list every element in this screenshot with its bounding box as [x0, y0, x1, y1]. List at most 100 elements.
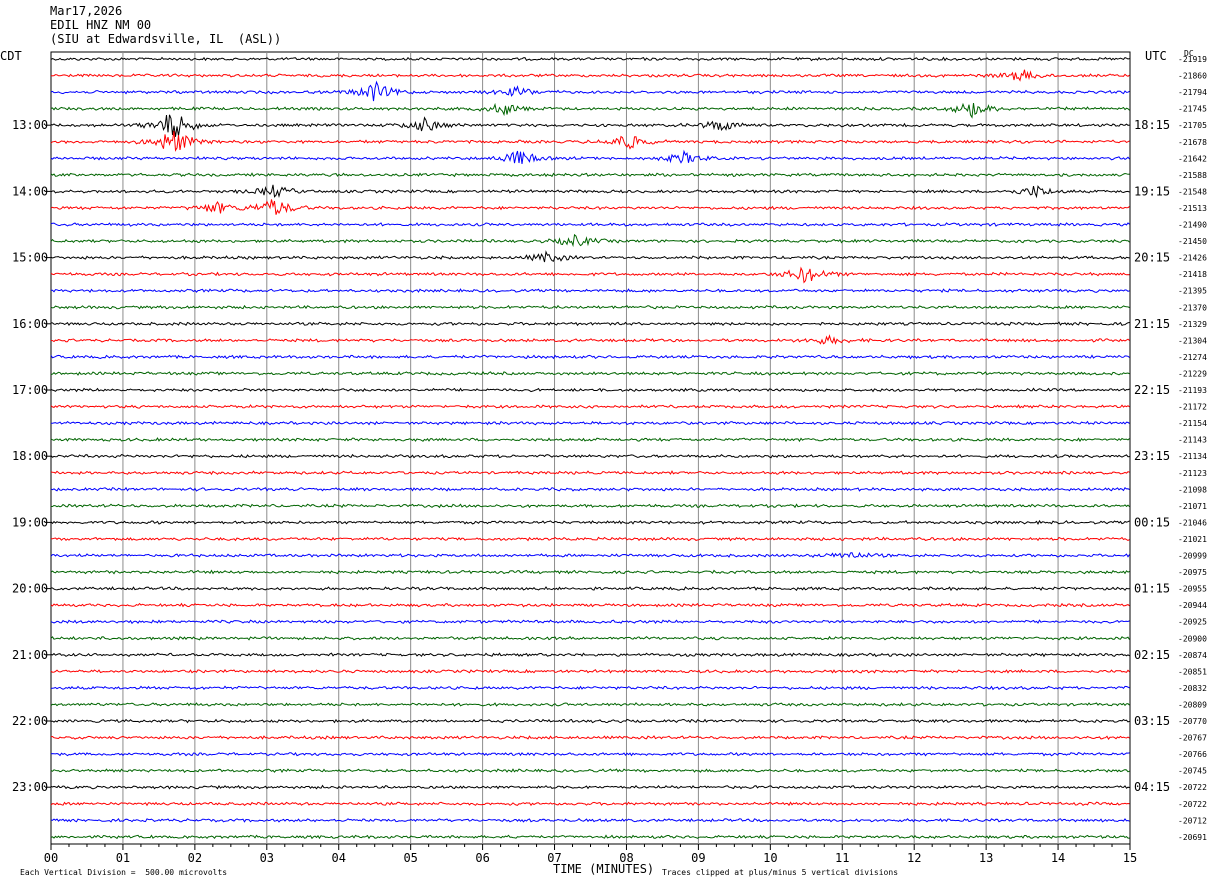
trace-39 [50, 685, 1130, 691]
x-tick-label: 02 [188, 851, 202, 865]
trace-6 [50, 130, 1130, 152]
trace-24 [50, 437, 1130, 443]
x-tick-label: 10 [763, 851, 777, 865]
right-time-label: 02:15 [1134, 648, 1170, 662]
right-time-label: 19:15 [1134, 184, 1170, 198]
dc-offset-label: -20770 [1178, 717, 1207, 726]
left-time-label: 14:00 [12, 184, 48, 198]
dc-offset-label: -20874 [1178, 651, 1207, 660]
helicorder-plot: 00 01 02 03 04 05 06 07 08 09 10 11 12 13 14 15-21919-2… [12, 51, 1207, 865]
trace-38 [50, 668, 1130, 674]
dc-offset-label: -21193 [1178, 386, 1207, 395]
trace-33 [50, 586, 1130, 592]
trace-12 [50, 233, 1130, 248]
dc-offset-label: -21426 [1178, 254, 1207, 263]
left-time-label: 19:00 [12, 515, 48, 529]
dc-offset-label: -21134 [1178, 452, 1207, 461]
dc-offset-label: -21304 [1178, 336, 1207, 345]
trace-10 [50, 199, 1130, 215]
trace-37 [50, 652, 1130, 658]
trace-26 [50, 470, 1130, 476]
x-tick-label: 12 [907, 851, 921, 865]
trace-17 [51, 321, 1130, 327]
trace-30 [51, 536, 1130, 542]
scale-note: Each Vertical Division = 500.00 microvol… [20, 868, 228, 877]
dc-offset-label: -21745 [1178, 105, 1207, 114]
dc-offset-label: -21588 [1178, 171, 1207, 180]
dc-offset-label: -21450 [1178, 237, 1207, 246]
trace-5 [50, 114, 1130, 137]
dc-offset-label: -21046 [1178, 518, 1207, 527]
x-tick-label: 01 [116, 851, 130, 865]
dc-offset-label: -21490 [1178, 221, 1207, 230]
trace-43 [50, 751, 1130, 757]
dc-offset-label: -21123 [1178, 469, 1207, 478]
clip-note: Traces clipped at plus/minus 5 vertical … [662, 868, 899, 877]
trace-2 [50, 69, 1130, 82]
dc-offset-label: -21794 [1178, 88, 1207, 97]
dc-offset-label: -20766 [1178, 750, 1207, 759]
plot-frame [50, 51, 1131, 845]
left-time-label: 17:00 [12, 383, 48, 397]
trace-46 [50, 801, 1130, 807]
left-time-label: 22:00 [12, 714, 48, 728]
dc-offset-label: -20809 [1178, 700, 1207, 709]
dc-offset-label: -20900 [1178, 634, 1207, 643]
dc-offset-label: -21860 [1178, 72, 1207, 81]
dc-offset-label: -20712 [1178, 816, 1207, 825]
trace-42 [50, 735, 1130, 740]
dc-offset-label: -20999 [1178, 552, 1207, 561]
right-time-label: 22:15 [1134, 383, 1170, 397]
trace-13 [50, 250, 1130, 263]
trace-14 [50, 266, 1130, 284]
dc-offset-label: -20722 [1178, 783, 1207, 792]
left-time-label: 16:00 [12, 317, 48, 331]
dc-offset-label: -20745 [1178, 767, 1207, 776]
trace-47 [50, 817, 1130, 823]
trace-7 [50, 149, 1130, 164]
dc-offset-label: -20722 [1178, 800, 1207, 809]
trace-48 [50, 834, 1130, 840]
trace-45 [50, 784, 1130, 790]
x-tick-label: 11 [835, 851, 849, 865]
dc-offset-label: -21143 [1178, 436, 1207, 445]
left-time-label: 23:00 [12, 780, 48, 794]
left-time-label: 15:00 [12, 251, 48, 265]
trace-32 [50, 569, 1130, 575]
x-tick-label: 13 [979, 851, 993, 865]
dc-offset-label: -21370 [1178, 303, 1207, 312]
x-tick-label: 14 [1051, 851, 1065, 865]
dc-offset-label: -21229 [1178, 369, 1207, 378]
dc-offset-label: -20767 [1178, 734, 1207, 743]
x-axis-label: TIME (MINUTES) [553, 862, 655, 876]
trace-3 [50, 80, 1130, 102]
right-time-label: 04:15 [1134, 780, 1170, 794]
dc-offset-label: -21071 [1178, 502, 1207, 511]
right-time-label: 03:15 [1134, 714, 1170, 728]
trace-19 [50, 354, 1130, 360]
dc-offset-label: -21418 [1178, 270, 1207, 279]
trace-23 [50, 420, 1130, 426]
dc-offset-label: -21274 [1178, 353, 1207, 362]
dc-offset-label: -21705 [1178, 121, 1207, 130]
trace-35 [50, 619, 1130, 625]
trace-34 [50, 602, 1130, 608]
dc-offset-label: -20925 [1178, 618, 1207, 627]
dc-offset-label: -21329 [1178, 320, 1207, 329]
trace-40 [50, 702, 1130, 707]
trace-44 [50, 768, 1130, 773]
dc-offset-label: -20691 [1178, 833, 1207, 842]
trace-4 [50, 102, 1130, 119]
trace-28 [51, 503, 1130, 509]
dc-offset-label: -21154 [1178, 419, 1207, 428]
dc-offset-label: -20975 [1178, 568, 1207, 577]
dc-offset-label: -21098 [1178, 485, 1207, 494]
trace-15 [51, 288, 1130, 294]
trace-31 [50, 551, 1130, 559]
trace-9 [50, 184, 1130, 199]
trace-8 [50, 172, 1130, 178]
dc-offset-label: -21021 [1178, 535, 1207, 544]
x-tick-label: 15 [1123, 851, 1137, 865]
dc-offset-label: -20851 [1178, 667, 1207, 676]
x-tick-label: 04 [332, 851, 346, 865]
